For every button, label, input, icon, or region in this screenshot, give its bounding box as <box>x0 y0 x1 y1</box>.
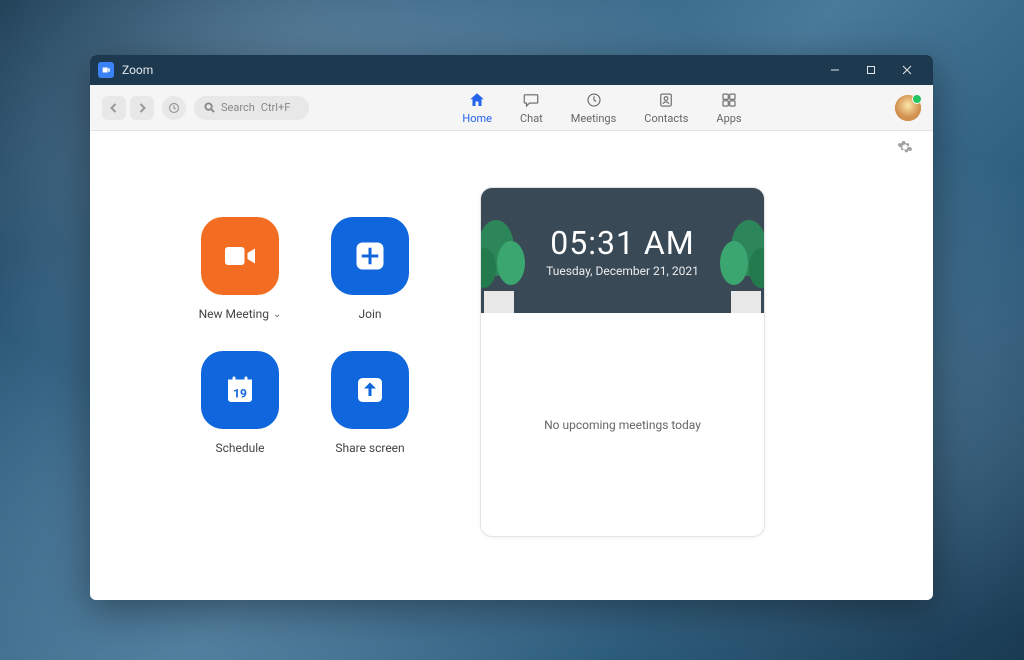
clock-icon <box>584 90 604 110</box>
tab-label: Contacts <box>644 112 688 125</box>
chevron-down-icon[interactable]: ⌄ <box>273 309 281 320</box>
share-arrow-icon <box>331 351 409 429</box>
search-placeholder: Search <box>221 101 255 114</box>
action-label: New Meeting <box>199 307 269 321</box>
tab-label: Chat <box>520 112 543 125</box>
video-icon <box>201 217 279 295</box>
chat-icon <box>521 90 541 110</box>
tab-contacts[interactable]: Contacts <box>644 90 688 125</box>
search-input[interactable]: Search Ctrl+F <box>194 96 309 120</box>
maximize-button[interactable] <box>853 55 889 85</box>
clock-time: 05:31 AM <box>550 224 694 262</box>
action-label: Share screen <box>335 441 404 455</box>
plant-left-icon <box>481 213 536 313</box>
close-button[interactable] <box>889 55 925 85</box>
tab-label: Home <box>462 112 492 125</box>
empty-state-text: No upcoming meetings today <box>544 418 701 432</box>
nav-tabs: Home Chat Meetings Contacts <box>309 90 895 125</box>
tab-meetings[interactable]: Meetings <box>571 90 616 125</box>
card-header: 05:31 AM Tuesday, December 21, 2021 <box>481 188 764 313</box>
clock-date: Tuesday, December 21, 2021 <box>546 264 699 278</box>
contacts-icon <box>656 90 676 110</box>
settings-button[interactable] <box>897 139 917 159</box>
tab-apps[interactable]: Apps <box>716 90 741 125</box>
action-grid: New Meeting ⌄ Join 19 Schedule <box>180 217 430 560</box>
schedule-button[interactable]: 19 Schedule <box>180 351 300 455</box>
tab-home[interactable]: Home <box>462 90 492 125</box>
minimize-button[interactable] <box>817 55 853 85</box>
svg-text:19: 19 <box>233 387 247 401</box>
share-screen-button[interactable]: Share screen <box>310 351 430 455</box>
action-label: Schedule <box>215 441 264 455</box>
plus-icon <box>331 217 409 295</box>
tab-chat[interactable]: Chat <box>520 90 543 125</box>
tab-label: Meetings <box>571 112 616 125</box>
toolbar: Search Ctrl+F Home Chat Meetings <box>90 85 933 131</box>
history-button[interactable] <box>162 96 186 120</box>
window-title: Zoom <box>122 63 817 77</box>
new-meeting-button[interactable]: New Meeting ⌄ <box>180 217 300 321</box>
titlebar: Zoom <box>90 55 933 85</box>
card-body: No upcoming meetings today <box>481 313 764 536</box>
forward-button[interactable] <box>130 96 154 120</box>
search-icon <box>204 102 215 113</box>
home-icon <box>467 90 487 110</box>
gear-icon <box>897 139 913 155</box>
app-icon <box>98 62 114 78</box>
calendar-icon: 19 <box>201 351 279 429</box>
action-label: Join <box>358 307 381 321</box>
app-window: Zoom Search Ct <box>90 55 933 600</box>
apps-icon <box>719 90 739 110</box>
back-button[interactable] <box>102 96 126 120</box>
main-content: New Meeting ⌄ Join 19 Schedule <box>90 167 933 600</box>
search-shortcut: Ctrl+F <box>261 101 290 114</box>
plant-right-icon <box>709 213 764 313</box>
join-button[interactable]: Join <box>310 217 430 321</box>
profile-avatar[interactable] <box>895 95 921 121</box>
tab-label: Apps <box>716 112 741 125</box>
upcoming-card: 05:31 AM Tuesday, December 21, 2021 No u… <box>480 187 765 537</box>
